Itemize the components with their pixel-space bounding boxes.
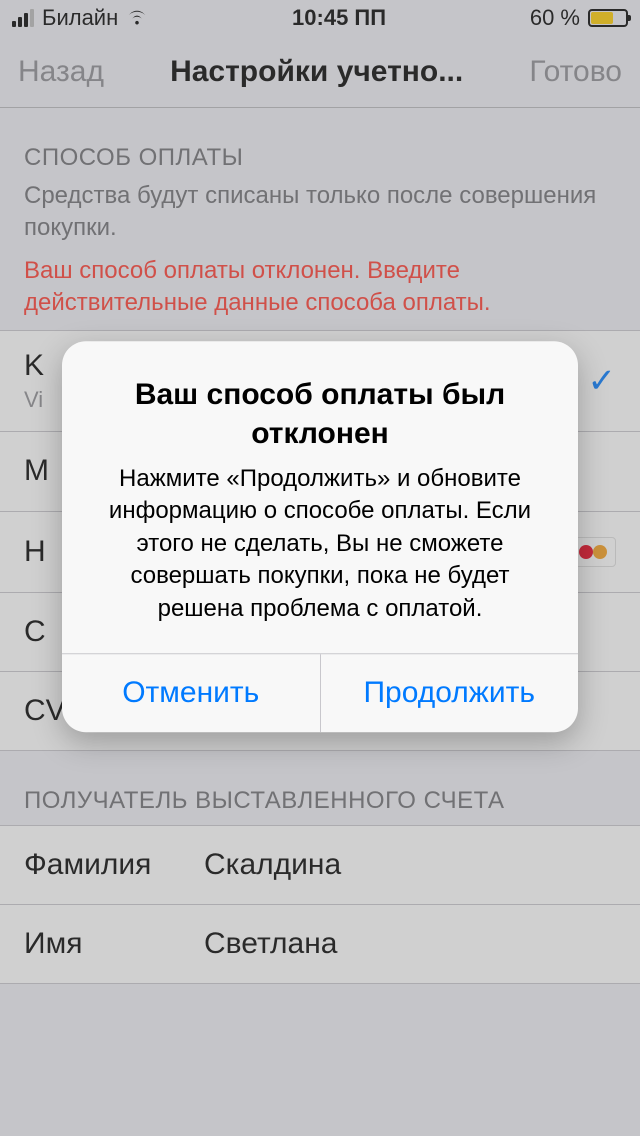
continue-button[interactable]: Продолжить — [320, 654, 579, 732]
alert-dialog: Ваш способ оплаты был отклонен Нажмите «… — [62, 341, 578, 732]
alert-body: Ваш способ оплаты был отклонен Нажмите «… — [62, 341, 578, 653]
alert-message: Нажмите «Продолжить» и обновите информац… — [88, 463, 552, 625]
cancel-button[interactable]: Отменить — [62, 654, 320, 732]
alert-title: Ваш способ оплаты был отклонен — [88, 375, 552, 453]
alert-actions: Отменить Продолжить — [62, 653, 578, 732]
